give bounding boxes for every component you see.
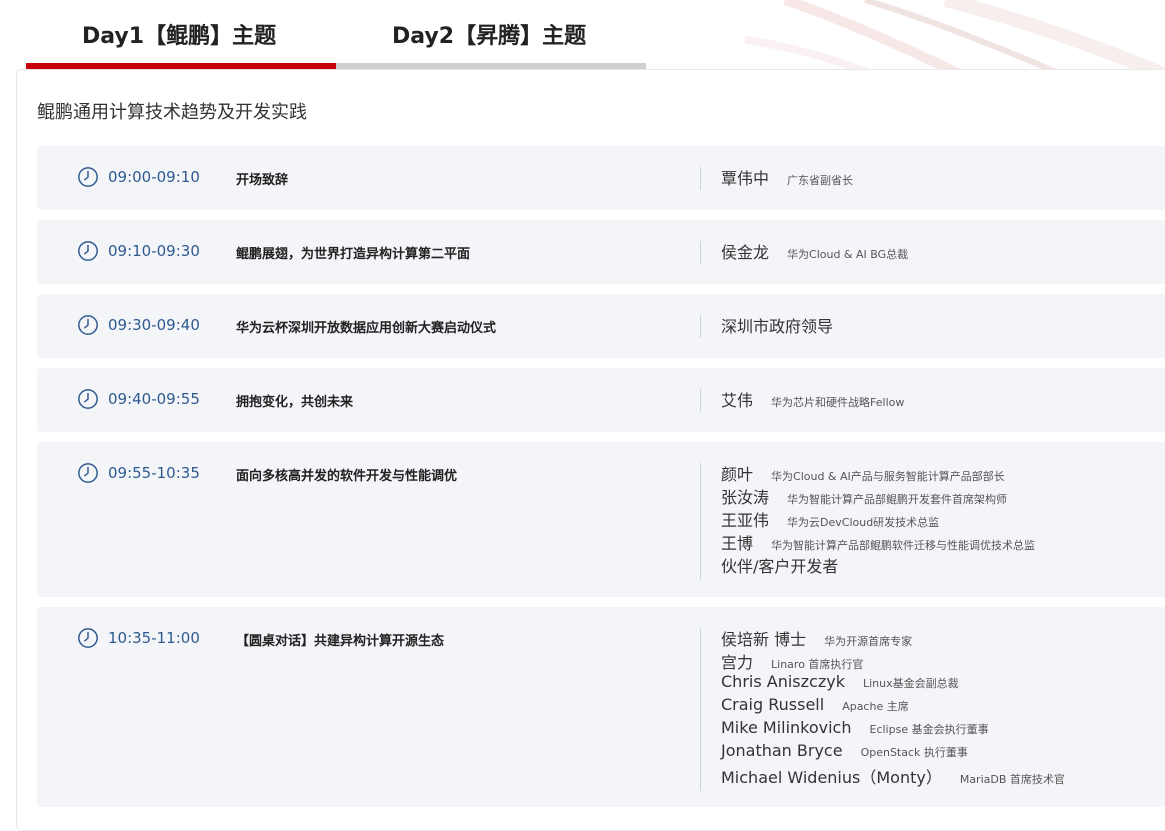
agenda-row: 09:55-10:35 面向多核高并发的软件开发与性能调优 颜叶 华为Cloud & … [37,442,1165,597]
speaker-name: 颜叶 [721,465,754,484]
speaker: Jonathan Bryce OpenStack 执行董事 [721,741,1065,764]
row-divider [700,463,701,580]
speaker: 侯金龙 华为Cloud & AI BG总裁 [721,239,908,262]
speaker: 宫力 Linaro 首席执行官 [721,649,1065,672]
speaker-title: 华为智能计算产品部鲲鹏开发套件首席架构师 [787,493,1008,506]
speaker: Mike Milinkovich Eclipse 基金会执行董事 [721,718,1065,741]
speaker-name: 侯培新 博士 [721,630,807,649]
clock-icon [77,627,99,649]
agenda-row: 09:10-09:30 鲲鹏展翅，为世界打造异构计算第二平面 侯金龙 华为Cloud … [37,220,1165,284]
speaker: 王博 华为智能计算产品部鲲鹏软件迁移与性能调优技术总监 [721,530,1035,553]
speaker-name: 宫力 [721,653,754,672]
section-title: 鲲鹏通用计算技术趋势及开发实践 [37,102,307,123]
speaker: 覃伟中 广东省副省长 [721,165,853,188]
speaker-name: Michael Widenius（Monty） [721,768,942,787]
speaker: Craig Russell Apache 主席 [721,695,1065,718]
speaker-name: 深圳市政府领导 [721,317,834,336]
agenda-row: 10:35-11:00 【圆桌对话】共建异构计算开源生态 侯培新 博士 华为开源首席专… [37,607,1165,807]
row-divider [700,389,701,412]
session-topic: 华为云杯深圳开放数据应用创新大赛启动仪式 [236,321,497,336]
row-divider [700,241,701,264]
speaker-title: Linux基金会副总裁 [862,677,959,690]
speaker-name: Jonathan Bryce [721,741,843,760]
row-divider [700,167,701,190]
speaker-title: 华为云DevCloud研发技术总监 [787,516,940,529]
session-topic: 鲲鹏展翅，为世界打造异构计算第二平面 [236,247,471,262]
speaker-title: MariaDB 首席技术官 [959,773,1065,786]
session-time-text: 09:10-09:30 [108,242,200,260]
speaker: 艾伟 华为芯片和硬件战略Fellow [721,387,904,410]
speaker: 侯培新 博士 华为开源首席专家 [721,626,1065,649]
speaker-name: 侯金龙 [721,243,770,262]
speaker-title: OpenStack 执行董事 [860,746,968,759]
speaker: 王亚伟 华为云DevCloud研发技术总监 [721,507,1035,530]
agenda-row: 09:40-09:55 拥抱变化，共创未来 艾伟 华为芯片和硬件战略Fellow [37,368,1165,432]
tab-day2[interactable]: Day2【昇腾】主题 [336,0,646,69]
tab-day1[interactable]: Day1【鲲鹏】主题 [26,0,336,69]
speaker-list: 颜叶 华为Cloud & AI产品与服务智能计算产品部部长 张汝涛 华为智能计算产品部… [721,461,1035,576]
session-topic: 面向多核高并发的软件开发与性能调优 [236,469,458,484]
session-time: 09:10-09:30 [77,240,200,262]
speaker-list: 覃伟中 广东省副省长 [721,165,853,188]
speaker-name: Mike Milinkovich [721,718,852,737]
speaker-name: 张汝涛 [721,488,770,507]
session-time-text: 09:30-09:40 [108,316,200,334]
session-time-text: 09:55-10:35 [108,464,200,482]
session-time: 10:35-11:00 [77,627,200,649]
clock-icon [77,314,99,336]
speaker-name: Chris Aniszczyk [721,672,845,691]
speaker-list: 侯金龙 华为Cloud & AI BG总裁 [721,239,908,262]
speaker-title: Apache 主席 [842,700,909,713]
speaker-name: Craig Russell [721,695,825,714]
speaker-list: 侯培新 博士 华为开源首席专家宫力 Linaro 首席执行官 Chris Aniszc… [721,626,1065,787]
clock-icon [77,388,99,410]
agenda-row: 09:30-09:40 华为云杯深圳开放数据应用创新大赛启动仪式 深圳市政府领导 [37,294,1165,358]
row-divider [700,628,701,791]
speaker-name: 覃伟中 [721,169,770,188]
speaker-title: 广东省副省长 [787,174,854,187]
clock-icon [77,462,99,484]
speaker-title: 华为开源首席专家 [824,635,913,648]
session-time: 09:40-09:55 [77,388,200,410]
session-time: 09:00-09:10 [77,166,200,188]
speaker-title: 华为Cloud & AI BG总裁 [787,248,909,261]
speaker-title: 华为芯片和硬件战略Fellow [771,396,905,409]
session-topic: 【圆桌对话】共建异构计算开源生态 [236,634,445,649]
speaker-name: 王亚伟 [721,511,770,530]
speaker-title: 华为智能计算产品部鲲鹏软件迁移与性能调优技术总监 [771,539,1036,552]
clock-icon [77,166,99,188]
session-time: 09:30-09:40 [77,314,200,336]
speaker-title: Eclipse 基金会执行董事 [869,723,989,736]
speaker-name: 艾伟 [721,391,754,410]
session-topic: 拥抱变化，共创未来 [236,395,354,410]
speaker-title: 华为Cloud & AI产品与服务智能计算产品部部长 [771,470,1005,483]
clock-icon [77,240,99,262]
session-time-text: 09:40-09:55 [108,390,200,408]
session-time-text: 09:00-09:10 [108,168,200,186]
speaker: 颜叶 华为Cloud & AI产品与服务智能计算产品部部长 [721,461,1035,484]
speaker-list: 艾伟 华为芯片和硬件战略Fellow [721,387,904,410]
session-time: 09:55-10:35 [77,462,200,484]
session-topic: 开场致辞 [236,173,289,188]
day-tabs: Day1【鲲鹏】主题 Day2【昇腾】主题 [26,0,646,69]
speaker-name: 王博 [721,534,754,553]
speaker-title: Linaro 首席执行官 [771,658,864,671]
speaker-name: 伙伴/客户开发者 [721,557,839,576]
speaker-list: 深圳市政府领导 [721,313,833,336]
speaker: 深圳市政府领导 [721,313,833,336]
speaker: 伙伴/客户开发者 [721,553,1035,576]
agenda-row: 09:00-09:10 开场致辞 覃伟中 广东省副省长 [37,146,1165,210]
row-divider [700,315,701,338]
speaker: Michael Widenius（Monty） MariaDB 首席技术官 [721,764,1065,787]
session-time-text: 10:35-11:00 [108,629,200,647]
speaker: 张汝涛 华为智能计算产品部鲲鹏开发套件首席架构师 [721,484,1035,507]
speaker: Chris Aniszczyk Linux基金会副总裁 [721,672,1065,695]
